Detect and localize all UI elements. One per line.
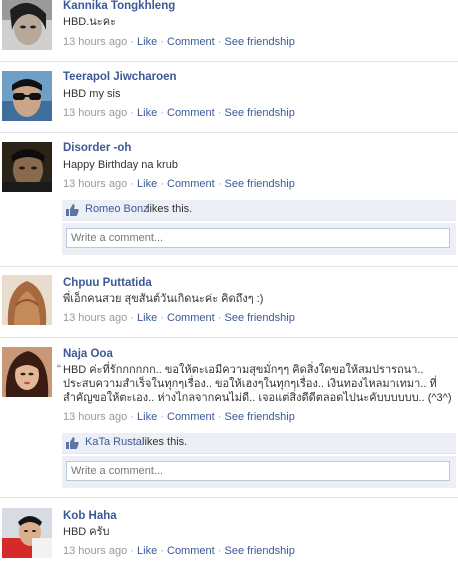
separator: · [130,312,134,324]
comment-input[interactable]: Write a comment... [66,228,450,248]
divider [0,132,458,133]
timestamp: 13 hours ago [63,545,128,557]
see-friendship-link[interactable]: See friendship [224,312,294,324]
likes-bar: KaTa Rusta likes this. [62,433,456,454]
author-name[interactable]: Kob Haha [63,510,117,522]
see-friendship-link[interactable]: See friendship [224,411,294,423]
timestamp: 13 hours ago [63,178,128,190]
comment-box: Write a comment... [62,456,456,488]
comment-link[interactable]: Comment [167,545,215,557]
timestamp: 13 hours ago [63,312,128,324]
post-text: HBD ค่ะที่รักกกกกก.. ขอให้ตะเอมีความสุขม… [63,364,452,404]
separator: · [130,411,134,423]
separator: · [130,178,134,190]
post-meta: 13 hours ago · Like · Comment · See frie… [63,545,295,557]
avatar[interactable] [2,275,52,325]
see-friendship-link[interactable]: See friendship [224,36,294,48]
avatar[interactable] [2,142,52,192]
thumbs-up-icon [66,437,79,449]
post-meta: 13 hours ago · Like · Comment · See frie… [63,411,295,423]
avatar[interactable] [2,0,52,50]
like-link[interactable]: Like [137,107,157,119]
separator: · [160,36,164,48]
see-friendship-link[interactable]: See friendship [224,178,294,190]
comment-link[interactable]: Comment [167,312,215,324]
like-link[interactable]: Like [137,36,157,48]
avatar[interactable] [2,508,52,558]
comment-link[interactable]: Comment [167,36,215,48]
liker-name[interactable]: KaTa Rusta [85,436,142,448]
timestamp: 13 hours ago [63,36,128,48]
post-meta: 13 hours ago · Like · Comment · See frie… [63,36,295,48]
separator: · [160,545,164,557]
quote-mark: “ [57,362,61,376]
divider [0,266,458,267]
separator: · [160,411,164,423]
comment-link[interactable]: Comment [167,178,215,190]
author-name[interactable]: Kannika Tongkhleng [63,0,175,12]
author-name[interactable]: Chpuu Puttatida [63,277,152,289]
separator: · [160,107,164,119]
post-text: Happy Birthday na krub [63,159,178,171]
divider [0,497,458,498]
separator: · [130,36,134,48]
thumbs-up-icon [66,204,79,216]
post-meta: 13 hours ago · Like · Comment · See frie… [63,312,295,324]
timestamp: 13 hours ago [63,107,128,119]
avatar[interactable] [2,71,52,121]
separator: · [160,312,164,324]
separator: · [130,107,134,119]
author-name[interactable]: Naja Ooa [63,348,113,360]
separator: · [130,545,134,557]
like-link[interactable]: Like [137,178,157,190]
separator: · [217,107,222,119]
like-link[interactable]: Like [137,312,157,324]
liker-name[interactable]: Romeo Bonz [85,203,149,215]
post-meta: 13 hours ago · Like · Comment · See frie… [63,178,295,190]
comment-input[interactable]: Write a comment... [66,461,450,481]
see-friendship-link[interactable]: See friendship [224,545,294,557]
separator: · [217,178,222,190]
separator: · [217,411,222,423]
separator: · [217,545,222,557]
divider [0,61,458,62]
comment-link[interactable]: Comment [167,411,215,423]
divider [0,337,458,338]
like-link[interactable]: Like [137,545,157,557]
post-text: พี่เอ็กคนสวย สุขสันต์วันเกิดนะค่ะ คิดถึง… [63,293,264,305]
post-text: HBD my sis [63,88,121,100]
timestamp: 13 hours ago [63,411,128,423]
post-text: HBD.นะคะ [63,16,116,28]
comment-box: Write a comment... [62,223,456,255]
post-text: HBD ครับ [63,526,110,538]
post-meta: 13 hours ago · Like · Comment · See frie… [63,107,295,119]
author-name[interactable]: Disorder -oh [63,142,131,154]
see-friendship-link[interactable]: See friendship [224,107,294,119]
likes-bar: Romeo Bonz likes this. [62,200,456,221]
avatar[interactable] [2,347,52,397]
separator: · [160,178,164,190]
like-link[interactable]: Like [137,411,157,423]
comment-link[interactable]: Comment [167,107,215,119]
likes-text: likes this. [142,436,188,448]
separator: · [217,312,222,324]
separator: · [217,36,222,48]
author-name[interactable]: Teerapol Jiwcharoen [63,71,177,83]
likes-text: likes this. [147,203,193,215]
